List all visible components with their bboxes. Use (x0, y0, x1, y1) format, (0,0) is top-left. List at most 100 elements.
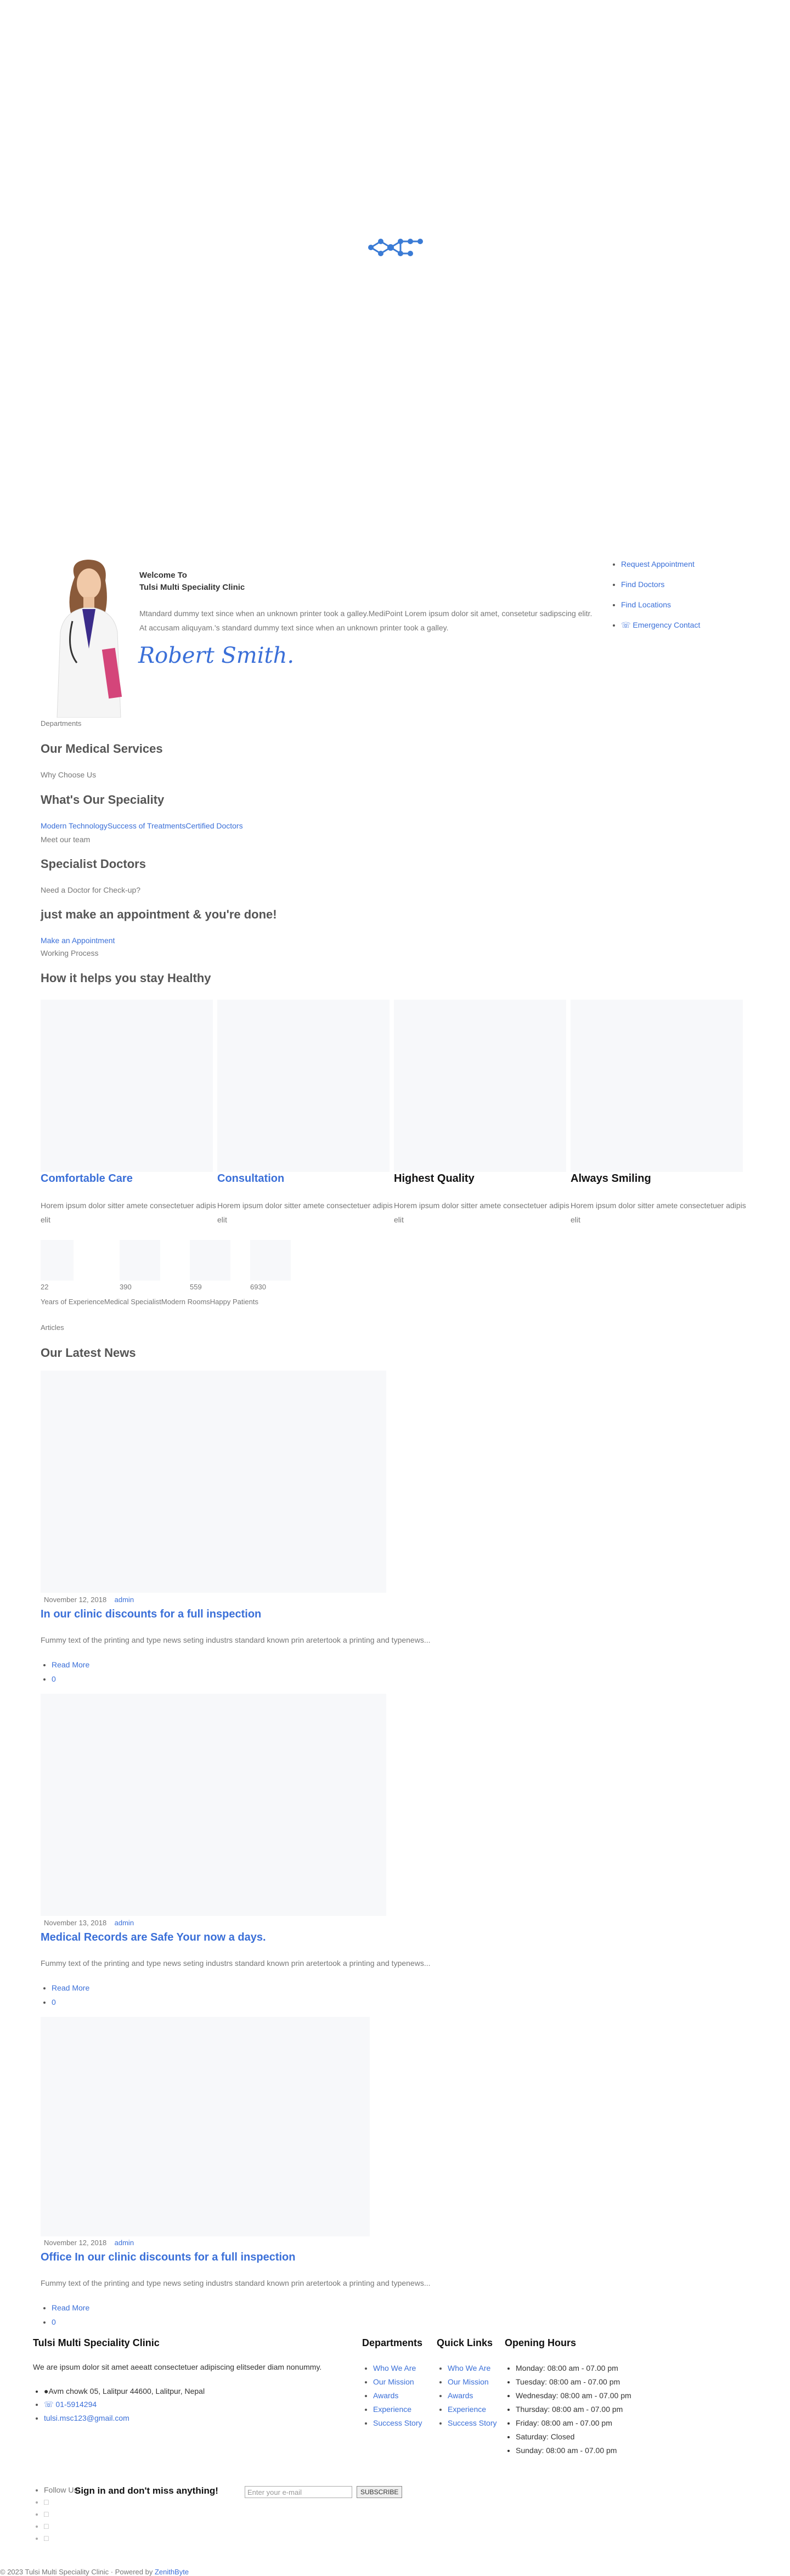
make-appointment-link[interactable]: Make an Appointment (41, 936, 115, 945)
stat-label: Modern Rooms (161, 1298, 210, 1306)
footer-link[interactable]: Experience (373, 2405, 422, 2414)
read-more-item[interactable]: Read More (52, 1983, 89, 1992)
facebook-icon: □ (44, 2498, 49, 2506)
read-more-item[interactable]: Read More (52, 2303, 89, 2312)
instagram-link[interactable]: □ (44, 2534, 80, 2543)
news-title-link[interactable]: In our clinic discounts for a full inspe… (41, 1608, 261, 1621)
read-more-link[interactable]: Read More (52, 2303, 89, 2312)
footer-link[interactable]: Awards (448, 2391, 496, 2400)
news-author-link[interactable]: admin (115, 1596, 134, 1604)
powered-by-link[interactable]: ZenithByte (155, 2568, 189, 2576)
hero-intro-text: Mtandard dummy text since when an unknow… (139, 609, 592, 632)
why-choose-label: Why Choose Us (41, 770, 97, 779)
doctor-image (41, 555, 135, 718)
stat-label: Years of Experience (41, 1298, 104, 1306)
footer-link[interactable]: Who We Are (448, 2364, 496, 2372)
read-more-item[interactable]: Read More (52, 1660, 89, 1669)
appointment-title: just make an appointment & you're done! (41, 907, 277, 921)
service-title-consultation[interactable]: Consultation (217, 1173, 284, 1185)
success-of-treatments-link[interactable]: Success of Treatments (108, 821, 185, 830)
read-more-link[interactable]: Read More (52, 1983, 89, 1992)
footer-link[interactable]: Our Mission (448, 2377, 496, 2386)
request-appointment-link[interactable]: Request Appointment (621, 560, 700, 568)
speciality-links: Modern TechnologySuccess of TreatmentsCe… (41, 821, 243, 830)
medical-services-title: Our Medical Services (41, 742, 163, 756)
news-author-link[interactable]: admin (115, 1919, 134, 1927)
hero-quick-links: Request Appointment Find Doctors Find Lo… (610, 560, 700, 635)
footer-link[interactable]: Experience (448, 2405, 496, 2414)
hours-item: Wednesday: 08:00 am - 07.00 pm (516, 2391, 631, 2400)
linkedin-icon: □ (44, 2522, 49, 2530)
twitter-icon: □ (44, 2510, 49, 2518)
footer-link[interactable]: Success Story (373, 2419, 422, 2427)
certified-doctors-link[interactable]: Certified Doctors (185, 821, 242, 830)
footer-about-title: Tulsi Multi Speciality Clinic (33, 2337, 160, 2348)
footer-hours-title: Opening Hours (505, 2337, 576, 2348)
news-image[interactable] (41, 1371, 386, 1593)
phone-icon: ☏ (44, 2400, 54, 2409)
footer-link[interactable]: Our Mission (373, 2377, 422, 2386)
footer-link[interactable]: Who We Are (373, 2364, 422, 2372)
twitter-link[interactable]: □ (44, 2510, 80, 2518)
process-label: Working Process (41, 949, 99, 957)
news-meta: November 12, 2018 admin (44, 1596, 134, 1604)
subscribe-button[interactable]: SUBSCRIBE (357, 2486, 403, 2498)
read-more-link[interactable]: Read More (52, 1660, 89, 1669)
comments-item[interactable]: 0 (52, 1675, 89, 1683)
footer-link[interactable]: Awards (373, 2391, 422, 2400)
stat-icon (190, 1240, 230, 1281)
footer-link[interactable]: Success Story (448, 2419, 496, 2427)
news-image[interactable] (41, 1694, 386, 1916)
find-doctors-link[interactable]: Find Doctors (621, 580, 700, 589)
service-text: Horem ipsum dolor sitter amete consectet… (41, 1201, 216, 1224)
stat-icon (41, 1240, 74, 1281)
footer-quick-links-title: Quick Links (437, 2337, 493, 2348)
service-image (394, 1000, 566, 1172)
healthy-title: How it helps you stay Healthy (41, 971, 211, 985)
service-image (41, 1000, 213, 1172)
footer-email[interactable]: tulsi.msc123@gmail.com (44, 2414, 205, 2422)
signature: Robert Smith. (138, 643, 295, 668)
hours-item: Monday: 08:00 am - 07.00 pm (516, 2364, 631, 2372)
newsletter-email-input[interactable]: Enter your e-mail (245, 2486, 352, 2498)
stat-labels: Years of ExperienceMedical SpecialistMod… (41, 1298, 258, 1306)
service-text: Horem ipsum dolor sitter amete consectet… (217, 1201, 393, 1224)
comments-count[interactable]: 0 (52, 1675, 56, 1683)
news-title-link[interactable]: Medical Records are Safe Your now a days… (41, 1931, 266, 1944)
comments-count[interactable]: 0 (52, 1998, 56, 2006)
stat-value: 6930 (250, 1283, 266, 1291)
hours-item: Friday: 08:00 am - 07.00 pm (516, 2419, 631, 2427)
comments-item[interactable]: 0 (52, 1998, 89, 2006)
comments-count[interactable]: 0 (52, 2318, 56, 2326)
copyright: © 2023 Tulsi Multi Speciality Clinic · P… (0, 2568, 189, 2576)
phone-icon: ☏ (621, 621, 631, 629)
find-locations-link[interactable]: Find Locations (621, 600, 700, 609)
hours-item: Saturday: Closed (516, 2432, 631, 2441)
footer-departments-title: Departments (362, 2337, 423, 2348)
footer-hours-list: Monday: 08:00 am - 07.00 pm Tuesday: 08:… (505, 2364, 631, 2460)
comments-item[interactable]: 0 (52, 2318, 89, 2326)
news-meta: November 12, 2018 admin (44, 2239, 134, 2247)
articles-label: Articles (41, 1323, 64, 1332)
modern-technology-link[interactable]: Modern Technology (41, 821, 108, 830)
footer-quick-links-list: Who We Are Our Mission Awards Experience… (437, 2364, 496, 2433)
stat-icon (120, 1240, 160, 1281)
facebook-link[interactable]: □ (44, 2498, 80, 2506)
hours-item: Tuesday: 08:00 am - 07.00 pm (516, 2377, 631, 2386)
news-actions: Read More 0 (41, 1983, 89, 2012)
news-image[interactable] (41, 2017, 370, 2236)
news-title-link[interactable]: Office In our clinic discounts for a ful… (41, 2251, 296, 2264)
service-title-comfortable-care[interactable]: Comfortable Care (41, 1173, 133, 1185)
latest-news-title: Our Latest News (41, 1346, 136, 1360)
service-image (217, 1000, 390, 1172)
stat-value: 22 (41, 1283, 49, 1291)
news-author-link[interactable]: admin (115, 2239, 134, 2247)
footer-phone[interactable]: ☏ 01-5914294 (44, 2400, 205, 2409)
footer-about-text: We are ipsum dolor sit amet aeeatt conse… (33, 2363, 322, 2371)
hours-item: Thursday: 08:00 am - 07.00 pm (516, 2405, 631, 2414)
footer-contact-list: ●Avm chowk 05, Lalitpur 44600, Lalitpur,… (33, 2387, 205, 2428)
linkedin-link[interactable]: □ (44, 2522, 80, 2530)
emergency-contact-link[interactable]: ☏ Emergency Contact (621, 621, 700, 630)
doctors-title: Specialist Doctors (41, 857, 146, 871)
news-excerpt: Fummy text of the printing and type news… (41, 1959, 431, 1968)
